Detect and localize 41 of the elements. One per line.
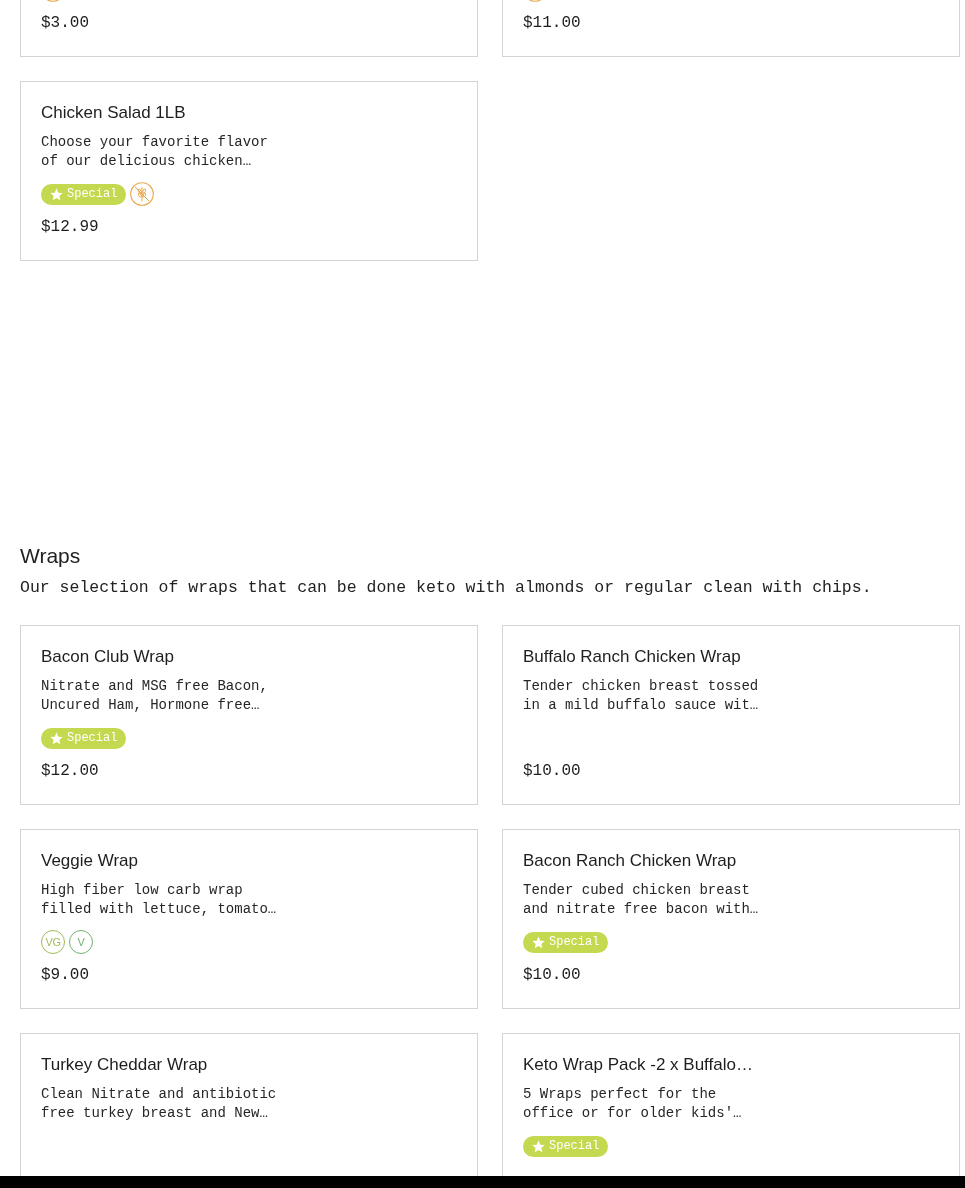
item-price: $11.00 [523,13,581,33]
special-label: Special [549,1139,600,1153]
item-description: Nitrate and MSG free Bacon, Uncured Ham, Hormone free… [41,677,269,715]
item-title: Turkey Cheddar Wrap [41,1055,208,1075]
item-price: $12.99 [41,217,99,237]
star-icon [532,935,545,949]
item-description: High fiber low carb wrap filled with lettuce, tomato… [41,881,278,919]
item-description: Clean Nitrate and antibiotic free turkey breast and New… [41,1085,278,1123]
menu-card[interactable]: Bacon Club Wrap Nitrate and MSG free Bacon, Uncured Ham, Hormone free… Special $12.00 [20,625,478,805]
section-description: Our selection of wraps that can be done keto with almonds or regular clean with chips. [20,577,873,599]
menu-card[interactable]: Turkey Cheddar Wrap Clean Nitrate and antibiotic free turkey breast and New… [20,1033,478,1176]
special-label: Special [67,187,118,201]
item-price: $3.00 [41,13,89,33]
item-title: Keto Wrap Pack -2 x Buffalo… [523,1055,753,1075]
item-description: 5 Wraps perfect for the office or for older kids'… [523,1085,743,1123]
section-title: Wraps [20,543,82,569]
star-icon [50,731,63,745]
star-icon [50,187,63,201]
item-price: $12.00 [41,761,99,781]
menu-card[interactable]: Veggie Wrap High fiber low carb wrap filled with lettuce, tomato… VG V $9.00 [20,829,478,1009]
no-wheat-icon [130,182,155,206]
menu-card[interactable]: Buffalo Ranch Chicken Wrap Tender chicken breast tossed in a mild buffalo sauce wit… $10.00 [502,625,960,805]
item-title: Buffalo Ranch Chicken Wrap [523,647,741,667]
item-title: Veggie Wrap [41,851,139,871]
menu-card[interactable]: Keto Wrap Pack -2 x Buffalo… 5 Wraps perfect for the office or for older kids'… Special [502,1033,960,1176]
special-label: Special [549,935,600,949]
item-description: Tender chicken breast tossed in a mild buffalo sauce wit… [523,677,760,715]
special-label: Special [67,731,118,745]
menu-card[interactable]: Bacon Ranch Chicken Wrap Tender cubed chicken breast and nitrate free bacon with… Special $10.00 [502,829,960,1009]
item-title: Bacon Club Wrap [41,647,174,667]
item-price: $9.00 [41,965,89,985]
star-icon [532,1139,545,1153]
item-price: $10.00 [523,965,581,985]
item-title: Bacon Ranch Chicken Wrap [523,851,737,871]
menu-card[interactable]: $3.00 [20,0,478,57]
item-description: Choose your favorite flavor of our delicious chicken… [41,133,269,171]
item-description: Tender cubed chicken breast and nitrate free bacon with… [523,881,760,919]
item-price: $10.00 [523,761,581,781]
menu-card[interactable]: $11.00 [502,0,960,57]
item-title: Chicken Salad 1LB [41,103,186,123]
menu-card[interactable]: Chicken Salad 1LB Choose your favorite flavor of our delicious chicken… Special $12.99 [20,81,478,261]
